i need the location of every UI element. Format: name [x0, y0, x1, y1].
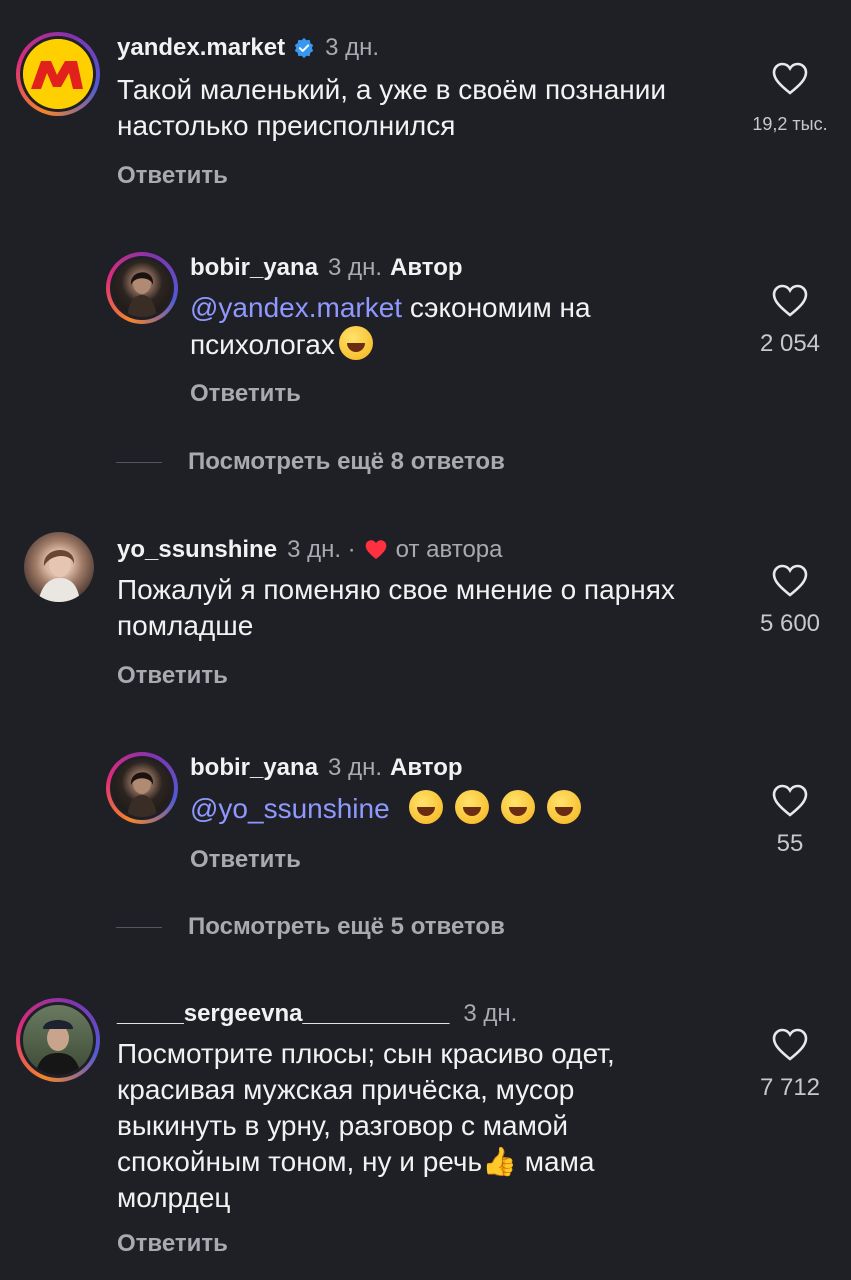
- view-more-label: Посмотреть ещё 8 ответов: [188, 448, 505, 475]
- like-count: 2 054: [759, 330, 821, 357]
- view-more-label: Посмотреть ещё 5 ответов: [188, 913, 505, 940]
- yandex-market-logo-icon: [23, 39, 93, 109]
- timestamp: 3 дн. ·: [287, 536, 356, 563]
- heart-icon: [772, 62, 808, 95]
- divider: [116, 461, 162, 463]
- like-button[interactable]: 55: [740, 784, 840, 858]
- thumbs-up-emoji-icon: 👍: [482, 1146, 517, 1177]
- profile-photo-icon: [127, 272, 157, 317]
- timestamp: 3 дн.: [463, 1000, 518, 1027]
- view-more-replies[interactable]: Посмотреть ещё 8 ответов: [116, 448, 505, 476]
- comment-text: Такой маленький, а уже в своём познании …: [117, 74, 667, 141]
- like-button[interactable]: 7 712: [740, 1028, 840, 1102]
- divider: [116, 926, 162, 928]
- comment-text: @yo_ssunshine: [190, 790, 690, 827]
- laughing-emoji-icon: [409, 790, 444, 824]
- author-label: Автор: [390, 754, 463, 781]
- like-button[interactable]: 5 600: [740, 564, 840, 638]
- username[interactable]: yandex.market: [117, 34, 285, 62]
- avatar[interactable]: [24, 532, 94, 602]
- timestamp: 3 дн.: [328, 254, 382, 281]
- liked-by-author-label: от автора: [395, 536, 503, 563]
- verified-badge-icon: [294, 37, 314, 59]
- like-button[interactable]: 2 054: [740, 284, 840, 358]
- like-count: 7 712: [759, 1074, 821, 1101]
- comment-text: Пожалуй я поменяю свое мнение о парнях п…: [117, 574, 675, 641]
- like-button[interactable]: 19,2 тыс.: [740, 62, 840, 135]
- view-more-replies[interactable]: Посмотреть ещё 5 ответов: [116, 913, 505, 941]
- timestamp: 3 дн.: [328, 754, 382, 781]
- laughing-emoji-icon: [455, 790, 490, 824]
- like-count: 19,2 тыс.: [752, 114, 828, 134]
- laughing-emoji-icon: [338, 326, 373, 360]
- profile-photo-icon: [35, 1020, 81, 1075]
- mention-link[interactable]: @yo_ssunshine: [190, 793, 390, 824]
- reply-button[interactable]: Ответить: [117, 1230, 228, 1258]
- timestamp: 3 дн.: [325, 34, 380, 61]
- reply-button[interactable]: Ответить: [117, 162, 228, 190]
- comment-text: @yandex.market сэкономим на психологах: [190, 290, 670, 363]
- heart-icon: [772, 284, 808, 317]
- username[interactable]: bobir_yana: [190, 754, 318, 782]
- profile-photo-icon: [38, 549, 80, 602]
- heart-icon: [772, 784, 808, 817]
- reply-button[interactable]: Ответить: [190, 846, 301, 874]
- avatar[interactable]: [16, 32, 100, 116]
- avatar[interactable]: [106, 252, 178, 324]
- username[interactable]: yo_ssunshine: [117, 536, 277, 564]
- username[interactable]: bobir_yana: [190, 254, 318, 282]
- profile-photo-icon: [127, 772, 157, 817]
- reply-button[interactable]: Ответить: [190, 380, 301, 408]
- heart-icon: [772, 564, 808, 597]
- comment-text: Посмотрите плюсы; сын красиво одет, крас…: [117, 1036, 697, 1216]
- avatar[interactable]: [106, 752, 178, 824]
- author-label: Автор: [390, 254, 463, 281]
- heart-icon: [772, 1028, 808, 1061]
- avatar[interactable]: [16, 998, 100, 1082]
- mention-link[interactable]: @yandex.market: [190, 292, 402, 323]
- laughing-emoji-icon: [546, 790, 581, 824]
- laughing-emoji-icon: [501, 790, 535, 824]
- like-count: 55: [776, 830, 804, 857]
- reply-button[interactable]: Ответить: [117, 662, 228, 690]
- like-count: 5 600: [759, 610, 821, 637]
- username[interactable]: _____sergeevna___________: [117, 1000, 449, 1028]
- heart-filled-icon: [365, 540, 387, 560]
